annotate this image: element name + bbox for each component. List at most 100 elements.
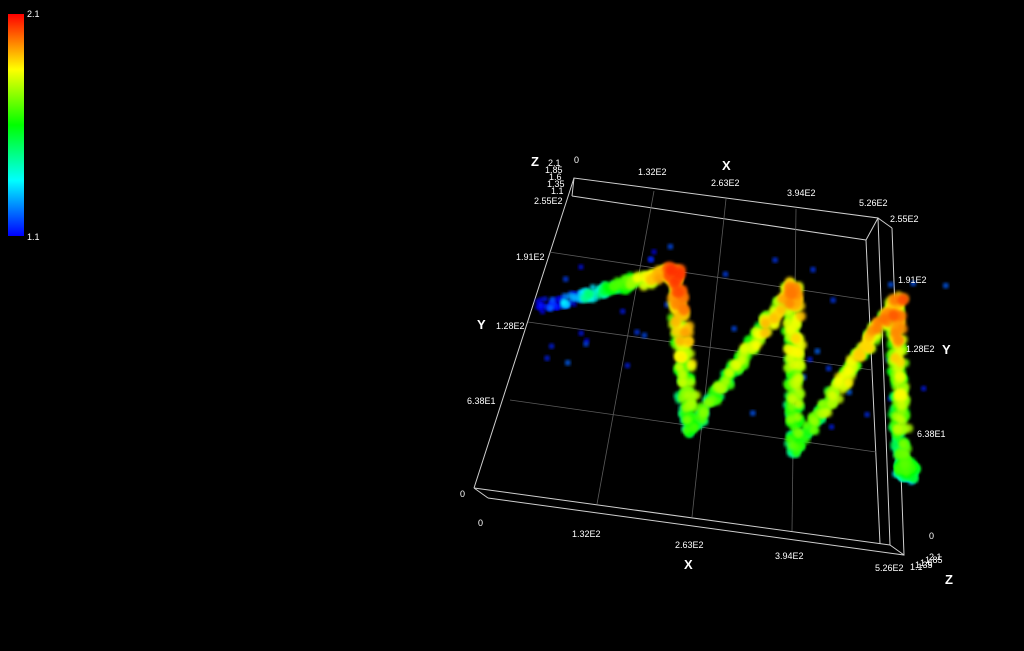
data-point	[749, 410, 756, 416]
z-axis-title-bottom: Z	[945, 572, 953, 587]
y-tick-right-0: 0	[929, 531, 934, 541]
data-point	[827, 391, 838, 401]
data-point	[942, 282, 949, 289]
data-point	[679, 327, 690, 338]
data-point	[540, 309, 546, 315]
data-point	[921, 385, 927, 392]
data-point	[542, 296, 548, 302]
x-tick-top-2: 2.63E2	[711, 178, 740, 188]
colorbar-max-label: 2.1	[27, 9, 40, 19]
data-point	[549, 296, 556, 303]
data-point	[788, 359, 799, 370]
data-point	[887, 281, 894, 288]
data-point	[807, 356, 813, 363]
data-point	[686, 378, 696, 388]
data-point	[722, 271, 729, 278]
data-point	[601, 281, 610, 290]
data-point	[822, 407, 833, 418]
x-axis-title-top: X	[722, 158, 731, 173]
data-point	[752, 340, 762, 351]
y-tick-right-3: 1.91E2	[898, 275, 927, 285]
data-point	[890, 328, 901, 339]
data-point	[648, 256, 655, 263]
data-point	[900, 459, 909, 469]
data-point	[620, 308, 626, 314]
y-tick-left-1: 6.38E1	[467, 396, 496, 406]
y-tick-left-0: 0	[460, 489, 465, 499]
y-tick-left-3: 1.91E2	[516, 252, 545, 262]
data-point	[691, 390, 701, 400]
data-point	[564, 359, 571, 366]
data-point	[834, 372, 844, 383]
data-point	[888, 310, 899, 322]
data-point	[898, 439, 908, 449]
data-point	[698, 409, 708, 419]
data-point	[676, 352, 686, 363]
data-point	[672, 287, 684, 298]
z-axis-title-top: Z	[531, 154, 539, 169]
data-point	[864, 411, 870, 418]
data-point	[825, 365, 832, 372]
y-tick-right-2: 1.28E2	[906, 344, 935, 354]
x-tick-top-4: 5.26E2	[859, 198, 888, 208]
data-point	[826, 399, 836, 409]
data-point	[900, 449, 910, 459]
y-axis-title-right: Y	[942, 342, 951, 357]
plot-3d-scene[interactable]: 2.1 1.1 Z X Y Y X Z 0 1.32E2 2.63E2 3.94…	[0, 0, 1024, 651]
data-point	[686, 400, 696, 410]
data-point	[809, 425, 818, 435]
data-point	[739, 343, 749, 354]
y-tick-right-4: 2.55E2	[890, 214, 919, 224]
data-point	[796, 311, 807, 322]
data-point	[686, 358, 697, 369]
data-point	[578, 330, 584, 336]
y-axis-title-left: Y	[477, 317, 486, 332]
data-point	[787, 441, 797, 450]
data-point	[578, 264, 584, 270]
data-point	[684, 336, 695, 347]
data-point	[670, 327, 681, 338]
data-point	[817, 399, 827, 409]
data-point	[548, 343, 555, 349]
data-point	[669, 277, 680, 289]
data-point	[814, 348, 821, 355]
data-point	[632, 273, 643, 284]
data-point	[794, 428, 804, 438]
data-point	[864, 343, 875, 354]
x-axis-title-bottom: X	[684, 557, 693, 572]
data-point	[584, 289, 592, 298]
x-tick-bottom-4: 5.26E2	[875, 563, 904, 573]
data-point	[784, 298, 795, 309]
data-point	[894, 370, 905, 381]
data-point	[830, 297, 836, 304]
data-point	[674, 362, 684, 372]
data-point	[790, 333, 801, 344]
data-point	[810, 266, 816, 273]
data-point	[703, 398, 712, 408]
y-tick-right-1: 6.38E1	[917, 429, 946, 439]
data-point	[666, 264, 678, 276]
data-point	[904, 423, 914, 433]
z-tick-top-4: 1.1	[551, 186, 564, 196]
data-point	[843, 377, 854, 387]
data-point	[810, 417, 820, 427]
data-point	[678, 303, 689, 315]
x-tick-bottom-0: 0	[478, 518, 483, 528]
x-tick-top-1: 1.32E2	[638, 167, 667, 177]
data-point	[651, 249, 657, 255]
colorbar	[8, 14, 24, 236]
data-point	[567, 293, 575, 300]
x-tick-bottom-3: 3.94E2	[775, 551, 804, 561]
data-point	[878, 313, 889, 325]
data-point	[654, 274, 665, 285]
data-point	[760, 327, 771, 338]
z-tick-bottom-4: 1.1	[910, 562, 923, 572]
y-tick-left-4: 2.55E2	[534, 196, 563, 206]
y-tick-left-2: 1.28E2	[496, 321, 525, 331]
data-point	[732, 359, 742, 370]
data-point	[853, 347, 864, 358]
colorbar-min-label: 1.1	[27, 232, 40, 242]
data-point	[893, 424, 903, 434]
data-point	[843, 366, 853, 376]
data-point	[897, 294, 909, 306]
